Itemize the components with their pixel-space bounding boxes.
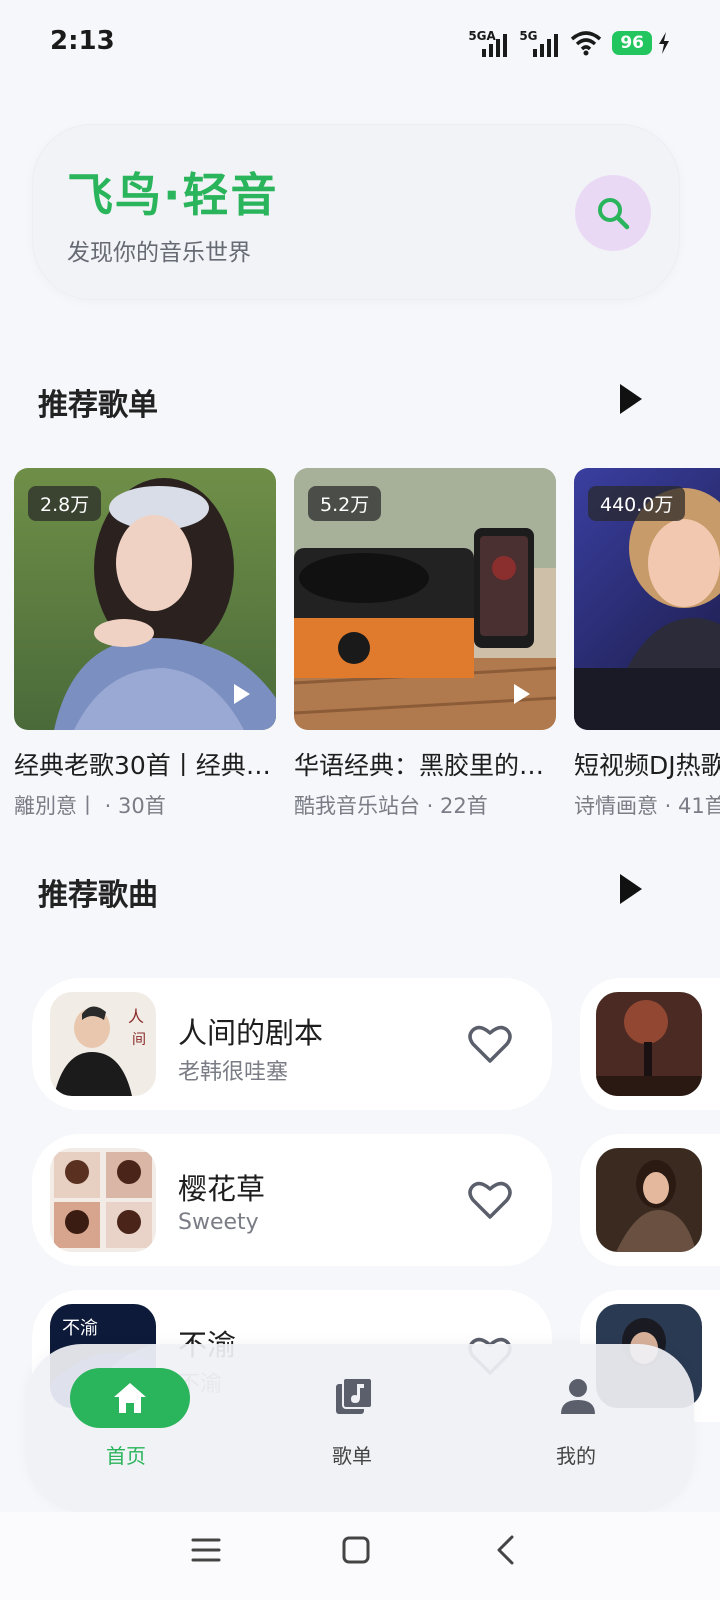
playlist-icon xyxy=(336,1377,373,1414)
signal-5ga-icon: 5GA xyxy=(468,29,508,57)
playlist-title: 短视频DJ热歌 xyxy=(574,751,720,780)
system-navigation-bar xyxy=(0,1512,720,1600)
playlist-meta: 酷我音乐站台 · 22首 xyxy=(294,794,488,818)
playlist-creator: 诗情画意 xyxy=(574,794,658,818)
play-count-badge: 440.0万 xyxy=(588,486,686,521)
search-icon xyxy=(598,198,630,230)
nav-item-playlist[interactable]: 歌单 xyxy=(252,1344,452,1494)
songs-section-title: 推荐歌曲 xyxy=(38,878,158,913)
playlist-song-count: 41首 xyxy=(678,794,720,818)
playlist-song-count: 30首 xyxy=(118,794,166,818)
nav-label-playlist: 歌单 xyxy=(332,1444,372,1468)
playlist-card[interactable]: 5.2万 华语经典：黑胶里的时光 酷我音乐站台 · 22首 xyxy=(294,468,556,818)
song-card-next[interactable] xyxy=(580,1134,720,1266)
bottom-nav: 首页 歌单 我的 xyxy=(26,1344,694,1512)
nav-label-home: 首页 xyxy=(106,1444,146,1468)
playlist-meta: 離別意丨 · 30首 xyxy=(14,794,166,818)
nav-item-profile[interactable]: 我的 xyxy=(476,1344,676,1494)
playlists-more-arrow-icon[interactable] xyxy=(620,384,642,414)
playlist-song-count: 22首 xyxy=(440,794,488,818)
status-icons: 5GA 5G 96 xyxy=(468,26,670,60)
status-time: 2:13 xyxy=(50,26,115,56)
playlist-cover[interactable]: 440.0万 xyxy=(574,468,720,730)
play-count-badge: 2.8万 xyxy=(28,486,102,521)
songs-more-arrow-icon[interactable] xyxy=(620,874,642,904)
song-artist: Sweety xyxy=(178,1210,259,1235)
app-subtitle: 发现你的音乐世界 xyxy=(67,240,251,266)
signal-5g-icon: 5G xyxy=(519,29,559,57)
playlist-meta: 诗情画意 · 41首 xyxy=(574,790,720,818)
song-card[interactable]: 人 间 人间的剧本 老韩很哇塞 xyxy=(32,978,552,1110)
battery-indicator: 96 xyxy=(612,31,652,55)
playlist-card[interactable]: 440.0万 短视频DJ热歌 诗情画意 · 41首 xyxy=(574,468,720,818)
play-count-badge: 5.2万 xyxy=(308,486,382,521)
home-square-icon[interactable] xyxy=(340,1534,372,1566)
signal-1-label: 5GA xyxy=(468,29,496,43)
song-cover: 人 间 xyxy=(50,992,156,1096)
playlists-section-title: 推荐歌单 xyxy=(38,388,158,423)
playlist-cover[interactable]: 2.8万 xyxy=(14,468,276,730)
playlist-creator: 離別意丨 xyxy=(14,794,98,818)
header-card: 飞鸟·轻音 发现你的音乐世界 xyxy=(32,124,680,300)
song-card[interactable]: 樱花草 Sweety xyxy=(32,1134,552,1266)
play-icon[interactable] xyxy=(514,684,530,704)
status-bar: 2:13 5GA 5G 96 xyxy=(0,0,720,88)
nav-home-active-pill[interactable] xyxy=(70,1368,190,1428)
playlist-creator: 酷我音乐站台 xyxy=(294,794,420,818)
person-icon xyxy=(561,1379,595,1414)
song-title: 人间的剧本 xyxy=(178,1016,324,1050)
back-icon[interactable] xyxy=(494,1534,518,1566)
signal-2-label: 5G xyxy=(519,29,538,43)
playlist-row[interactable]: 2.8万 经典老歌30首丨经典老歌 離別意丨 · 30首 5.2万 华语经典：黑… xyxy=(14,468,720,818)
playlist-title: 经典老歌30首丨经典老歌 xyxy=(14,751,276,780)
playlist-title: 华语经典：黑胶里的时光 xyxy=(294,751,556,780)
menu-icon[interactable] xyxy=(190,1534,222,1566)
wifi-icon xyxy=(571,31,602,56)
svg-text:人: 人 xyxy=(128,1007,144,1026)
playlist-card[interactable]: 2.8万 经典老歌30首丨经典老歌 離別意丨 · 30首 xyxy=(14,468,276,818)
song-cover xyxy=(596,1148,702,1252)
heart-icon[interactable] xyxy=(468,1024,512,1064)
home-icon xyxy=(114,1383,146,1413)
song-artist: 老韩很哇塞 xyxy=(178,1060,289,1085)
nav-item-home[interactable]: 首页 xyxy=(26,1344,226,1494)
nav-label-profile: 我的 xyxy=(556,1444,596,1468)
svg-text:间: 间 xyxy=(132,1032,146,1048)
song-cover xyxy=(50,1148,156,1252)
search-button[interactable] xyxy=(575,175,651,251)
charging-icon xyxy=(659,32,669,54)
heart-icon[interactable] xyxy=(468,1180,512,1220)
svg-text:不渝: 不渝 xyxy=(62,1318,98,1339)
app-title: 飞鸟·轻音 xyxy=(67,168,279,222)
song-title: 樱花草 xyxy=(178,1172,266,1206)
song-cover xyxy=(596,992,702,1096)
playlist-cover[interactable]: 5.2万 xyxy=(294,468,556,730)
play-icon[interactable] xyxy=(234,684,250,704)
song-card-next[interactable] xyxy=(580,978,720,1110)
